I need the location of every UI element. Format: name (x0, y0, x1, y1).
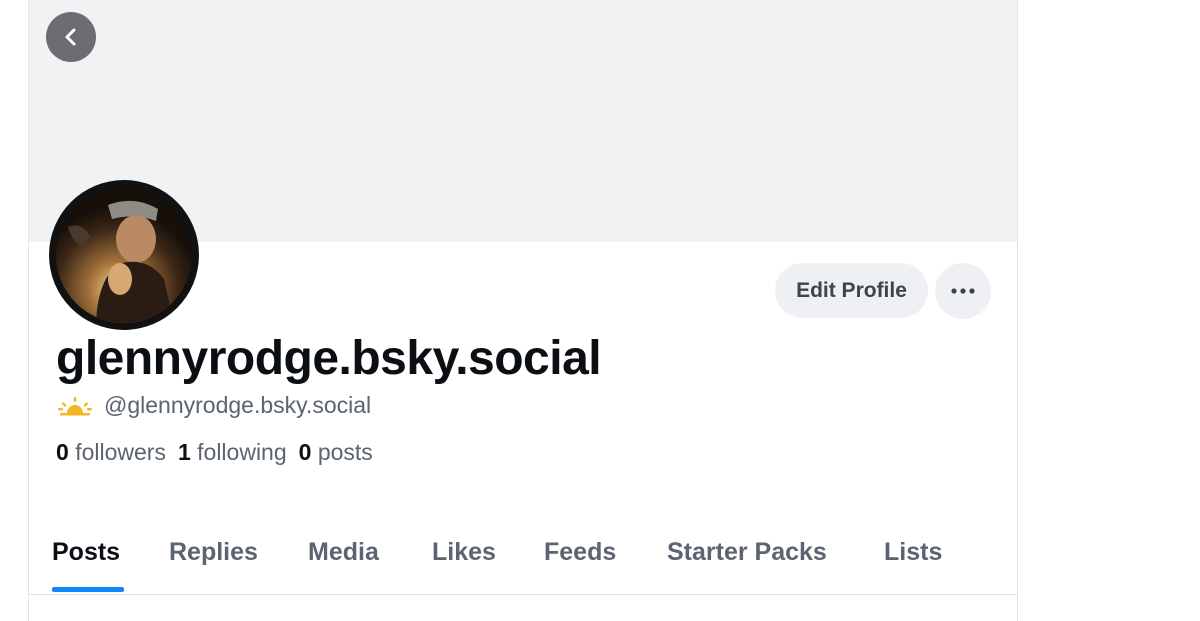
posts-label: posts (317, 439, 373, 465)
tab-likes[interactable]: Likes (432, 538, 496, 567)
back-button[interactable] (46, 12, 96, 62)
avatar[interactable] (49, 180, 199, 330)
tab-replies[interactable]: Replies (169, 538, 258, 567)
posts-stat: 0 posts (299, 439, 373, 465)
followers-label: followers (75, 439, 166, 465)
following-stat[interactable]: 1 following (178, 439, 287, 465)
handle-row: @glennyrodge.bsky.social (58, 392, 371, 419)
more-options-button[interactable] (935, 263, 991, 319)
following-count: 1 (177, 439, 191, 465)
active-tab-indicator (52, 587, 124, 592)
profile-stats: 0 followers 1 following 0 posts (56, 439, 373, 466)
posts-count: 0 (298, 439, 312, 465)
avatar-image (56, 187, 192, 323)
profile-handle: @glennyrodge.bsky.social (104, 392, 372, 418)
tab-feeds[interactable]: Feeds (544, 538, 616, 567)
profile-tabs: Posts Replies Media Likes Feeds Starter … (29, 524, 1017, 595)
tab-media[interactable]: Media (308, 538, 379, 567)
tab-lists[interactable]: Lists (884, 538, 942, 567)
sunrise-icon (58, 396, 92, 415)
profile-column: Edit Profile glennyrodge.bsky.social @gl… (28, 0, 1018, 621)
tab-posts[interactable]: Posts (52, 538, 120, 567)
ellipsis-icon (951, 288, 975, 294)
chevron-left-icon (65, 28, 76, 46)
tab-starter-packs[interactable]: Starter Packs (667, 538, 827, 567)
profile-display-name: glennyrodge.bsky.social (56, 332, 602, 385)
followers-stat[interactable]: 0 followers (56, 439, 166, 465)
followers-count: 0 (56, 439, 69, 465)
edit-profile-button[interactable]: Edit Profile (775, 263, 928, 318)
following-label: following (197, 439, 287, 465)
